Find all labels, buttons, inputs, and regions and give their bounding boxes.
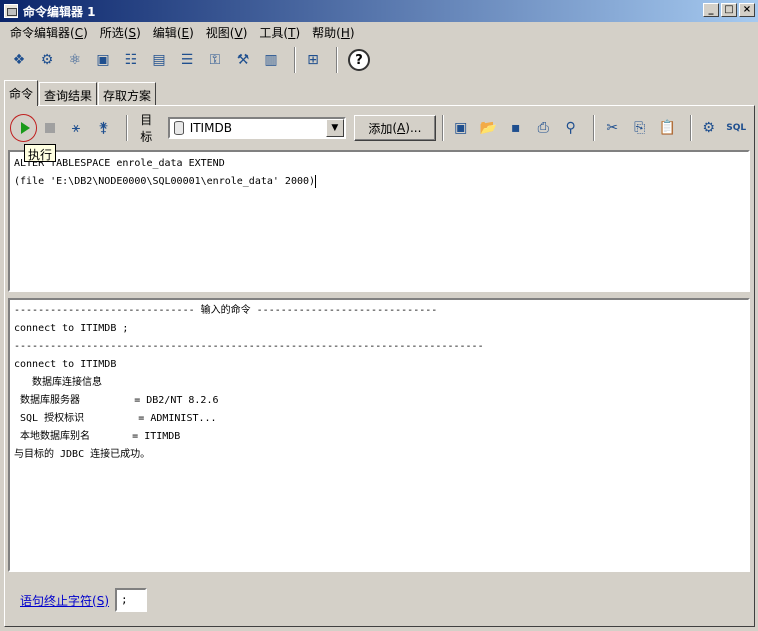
menu-help[interactable]: 帮助(H)	[306, 24, 360, 41]
toolbar-separator	[294, 47, 296, 73]
output-line: ----------------------------------------…	[14, 341, 484, 352]
license-center-icon[interactable]: ⚿	[204, 49, 226, 71]
command-editor-textarea[interactable]: ALTER TABLESPACE enrole_data EXTEND (file…	[8, 150, 750, 292]
satellite-admin-icon[interactable]: ⚛	[64, 49, 86, 71]
command-editor-icon[interactable]: ▣	[92, 49, 114, 71]
toolbar-separator	[689, 115, 692, 141]
add-button[interactable]: 添加(A)...	[353, 115, 436, 141]
app-icon	[4, 4, 18, 18]
statement-terminator-row: 语句终止字符(S) ;	[20, 588, 148, 612]
command-window-icon[interactable]: ▣	[450, 117, 472, 139]
toolbar-separator	[441, 115, 444, 141]
stop-icon[interactable]	[45, 123, 56, 133]
output-line: 数据库连接信息	[14, 377, 103, 388]
menu-command-editor[interactable]: 命令编辑器(C)	[4, 24, 94, 41]
help-icon[interactable]: ?	[348, 49, 370, 71]
editor-line: ALTER TABLESPACE enrole_data EXTEND	[14, 158, 225, 169]
development-center-icon[interactable]: ⚒	[232, 49, 254, 71]
title-bar: 命令编辑器 1 _ □ ×	[0, 0, 758, 22]
replication-center-icon[interactable]: ⚙	[36, 49, 58, 71]
save-icon[interactable]: ▪	[505, 117, 527, 139]
journal-icon[interactable]: ☰	[176, 49, 198, 71]
target-value: ITIMDB	[189, 121, 232, 135]
output-line: 数据库服务器 = DB2/NT 8.2.6	[14, 395, 219, 406]
menu-selected[interactable]: 所选(S)	[94, 24, 147, 41]
output-line: SQL 授权标识 = ADMINIST...	[14, 413, 217, 424]
close-button[interactable]: ×	[739, 3, 755, 17]
menu-tools[interactable]: 工具(T)	[253, 24, 306, 41]
toolbar-separator	[126, 115, 129, 141]
play-icon	[20, 122, 30, 134]
run-tooltip: 执行	[24, 144, 57, 162]
window-title: 命令编辑器 1	[23, 4, 96, 19]
command-toolbar: ⚹ ⚵ 目标 ITIMDB ▼ 添加(A)... ▣ 📂 ▪ ⎙ ⚲ ✂ ⎘ 📋…	[8, 110, 753, 146]
open-folder-icon[interactable]: 📂	[477, 117, 499, 139]
sql-icon[interactable]: SQL	[725, 117, 747, 139]
target-label: 目标	[140, 113, 153, 144]
tab-query-results[interactable]: 查询结果	[39, 82, 98, 106]
minimize-button[interactable]: _	[703, 3, 719, 17]
output-line: connect to ITIMDB	[14, 359, 117, 370]
run-button[interactable]	[10, 114, 38, 142]
main-toolbar: ❖ ⚙ ⚛ ▣ ☷ ▤ ☰ ⚿ ⚒ ▥ ⊞ ?	[0, 42, 758, 78]
statement-terminator-label[interactable]: 语句终止字符(S)	[20, 592, 109, 609]
cut-icon[interactable]: ✂	[601, 117, 623, 139]
tab-access-plan[interactable]: 存取方案	[98, 82, 157, 106]
menu-bar: 命令编辑器(C) 所选(S) 编辑(E) 视图(V) 工具(T) 帮助(H)	[0, 22, 758, 42]
statement-terminator-input[interactable]: ;	[115, 588, 148, 612]
configuration-assistant-icon[interactable]: ▥	[260, 49, 282, 71]
database-icon	[173, 121, 184, 135]
explain-icon[interactable]: ⚵	[93, 117, 115, 139]
copy-icon[interactable]: ⎘	[629, 117, 651, 139]
tab-command[interactable]: 命令	[4, 80, 39, 106]
editor-line: (file 'E:\DB2\NODE0000\SQL00001\enrole_d…	[14, 174, 317, 188]
run-and-explain-icon[interactable]: ⚹	[65, 117, 87, 139]
maximize-button[interactable]: □	[721, 3, 737, 17]
target-select[interactable]: ITIMDB ▼	[167, 117, 346, 139]
output-line: ------------------------------ 输入的命令 ---…	[14, 305, 438, 316]
menu-view[interactable]: 视图(V)	[200, 24, 254, 41]
custom-control-icon[interactable]: ⊞	[302, 49, 324, 71]
sql-assist-icon[interactable]: ⚙	[698, 117, 720, 139]
menu-edit[interactable]: 编辑(E)	[147, 24, 200, 41]
paste-icon[interactable]: 📋	[656, 117, 678, 139]
output-pane[interactable]: ------------------------------ 输入的命令 ---…	[8, 298, 750, 572]
window-controls: _ □ ×	[701, 3, 755, 17]
task-center-icon[interactable]: ☷	[120, 49, 142, 71]
toolbar-separator	[336, 47, 338, 73]
control-center-icon[interactable]: ❖	[8, 49, 30, 71]
chevron-down-icon[interactable]: ▼	[325, 119, 344, 137]
toolbar-separator	[593, 115, 596, 141]
print-icon[interactable]: ⎙	[532, 117, 554, 139]
find-icon[interactable]: ⚲	[560, 117, 582, 139]
tab-strip: 命令 查询结果 存取方案	[4, 80, 157, 106]
output-line: 本地数据库别名 = ITIMDB	[14, 431, 181, 442]
output-line: 与目标的 JDBC 连接已成功。	[14, 449, 151, 460]
output-line: connect to ITIMDB ;	[14, 323, 129, 334]
text-caret	[315, 174, 317, 188]
health-center-icon[interactable]: ▤	[148, 49, 170, 71]
